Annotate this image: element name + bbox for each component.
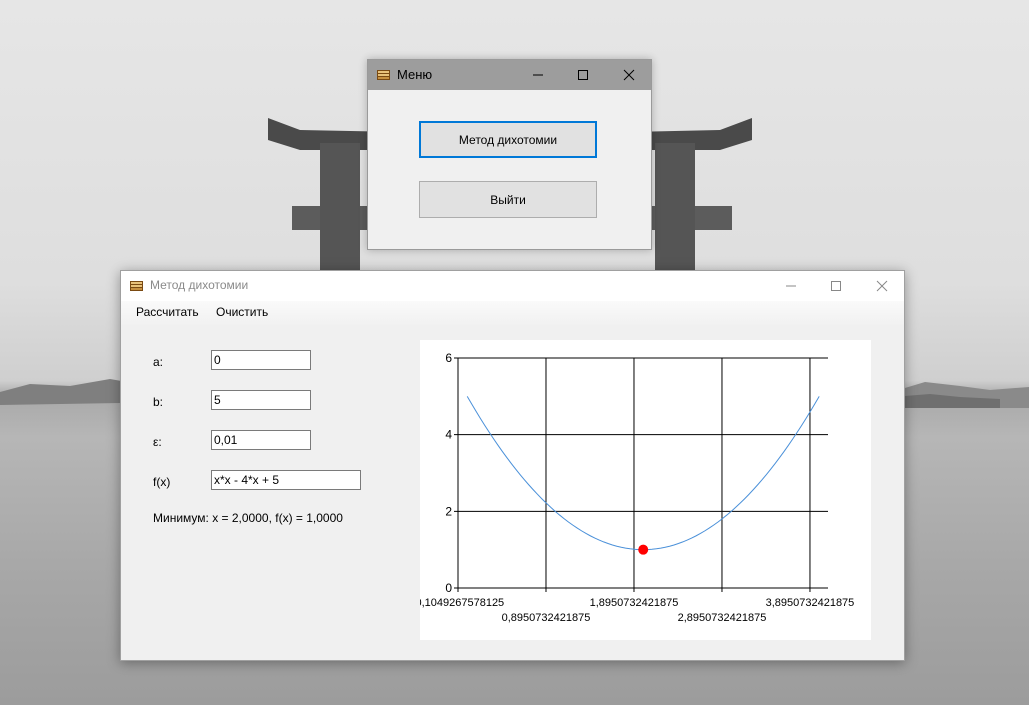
dichotomy-window: Метод дихотомии Рассчитать Очистить a: 0… xyxy=(120,270,905,661)
label-epsilon: ε: xyxy=(153,435,162,449)
x-tick-label: -0,1049267578125 xyxy=(420,597,504,609)
chart-panel: 0 2 4 6 -0,1049267578125 1,8950732421875 3,895… xyxy=(420,340,871,640)
input-a[interactable]: 0 xyxy=(211,350,311,370)
close-button[interactable] xyxy=(606,60,652,90)
x-tick-label: 2,8950732421875 xyxy=(678,612,767,624)
y-tick-label: 0 xyxy=(445,581,452,595)
function-chart: 0 2 4 6 -0,1049267578125 1,8950732421875 3,895… xyxy=(420,351,855,624)
menu-calculate[interactable]: Рассчитать xyxy=(136,305,199,319)
maximize-button[interactable] xyxy=(560,60,606,90)
book-icon xyxy=(130,281,143,291)
input-b[interactable]: 5 xyxy=(211,390,311,410)
dichotomy-window-titlebar[interactable]: Метод дихотомии xyxy=(121,271,904,301)
minimize-icon xyxy=(533,74,543,76)
menu-bar: Рассчитать Очистить xyxy=(121,301,904,325)
close-button[interactable] xyxy=(859,271,905,301)
maximize-icon xyxy=(831,281,841,291)
menu-clear[interactable]: Очистить xyxy=(216,305,268,319)
label-function: f(x) xyxy=(153,475,171,489)
label-a: a: xyxy=(153,355,164,369)
minimize-button[interactable] xyxy=(768,271,814,301)
menu-window: Меню Метод дихотомии Выйти xyxy=(367,59,652,250)
close-icon xyxy=(876,280,888,292)
menu-window-title: Меню xyxy=(397,67,433,82)
exit-button[interactable]: Выйти xyxy=(419,181,597,218)
minimum-point-marker xyxy=(638,544,649,555)
dichotomy-method-button[interactable]: Метод дихотомии xyxy=(419,121,597,158)
input-epsilon[interactable]: 0,01 xyxy=(211,430,311,450)
series-line xyxy=(466,396,820,551)
x-tick-label: 3,8950732421875 xyxy=(766,597,855,609)
x-tick-label: 1,8950732421875 xyxy=(590,597,679,609)
y-tick-label: 4 xyxy=(445,428,452,442)
label-b: b: xyxy=(153,395,164,409)
dichotomy-window-title: Метод дихотомии xyxy=(150,278,249,292)
book-icon xyxy=(377,70,390,80)
menu-window-titlebar[interactable]: Меню xyxy=(368,60,651,90)
maximize-button[interactable] xyxy=(813,271,859,301)
result-text: Минимум: x = 2,0000, f(x) = 1,0000 xyxy=(153,511,343,525)
x-tick-label: 0,8950732421875 xyxy=(502,612,591,624)
input-function[interactable]: x*x - 4*x + 5 xyxy=(211,470,361,490)
y-tick-label: 2 xyxy=(445,504,452,518)
minimize-icon xyxy=(786,285,796,287)
minimize-button[interactable] xyxy=(515,60,561,90)
y-tick-label: 6 xyxy=(445,351,452,365)
close-icon xyxy=(623,69,635,81)
maximize-icon xyxy=(578,70,588,80)
